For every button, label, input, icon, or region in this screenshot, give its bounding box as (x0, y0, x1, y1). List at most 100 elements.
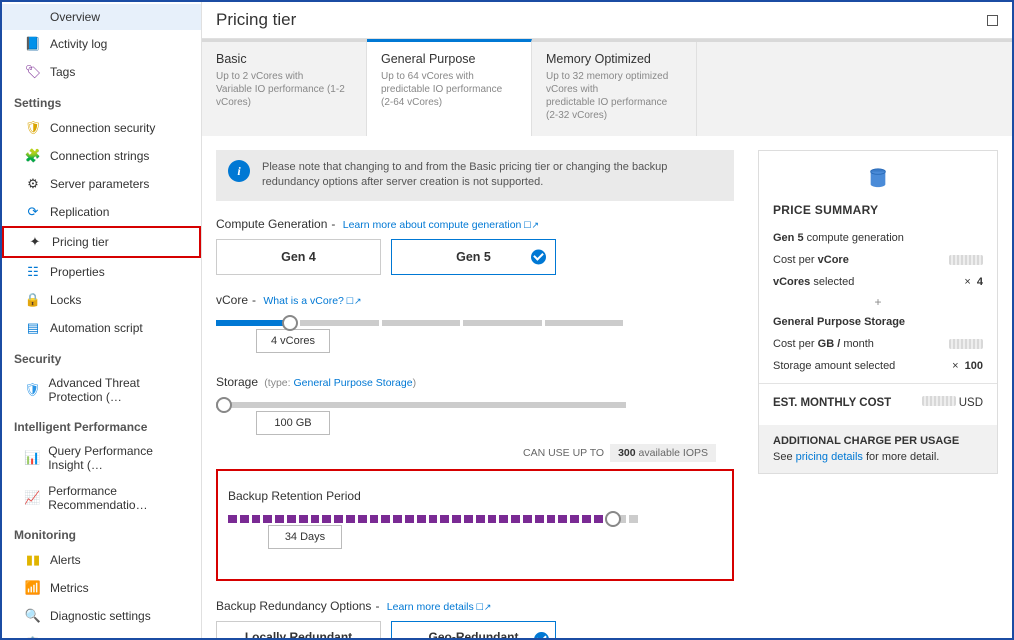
gear-icon: ⚙ (24, 176, 42, 192)
sidebar-item-automation-script[interactable]: ▤ Automation script (2, 314, 201, 342)
sidebar-item-overview[interactable]: Overview (2, 4, 201, 30)
sidebar-item-alerts[interactable]: ▮▮ Alerts (2, 546, 201, 574)
backup-value: 34 Days (268, 525, 342, 549)
sidebar-label: Diagnostic settings (50, 609, 151, 623)
backup-retention-slider[interactable] (228, 515, 638, 523)
shield-small-icon: 🛡 (24, 382, 41, 398)
sidebar-label: Automation script (50, 321, 143, 335)
tier-tabs: Basic Up to 2 vCores with Variable IO pe… (202, 39, 1012, 136)
sidebar-item-connection-security[interactable]: 🛡 Connection security (2, 114, 201, 142)
shield-icon: 🛡 (24, 120, 42, 136)
sidebar-item-diagnostic[interactable]: 🔍 Diagnostic settings (2, 602, 201, 630)
storage-value: 100 GB (256, 411, 330, 435)
close-icon[interactable] (987, 15, 998, 26)
tier-sub: predictable IO performance (2-64 vCores) (381, 83, 517, 109)
tier-sub: Up to 2 vCores with (216, 70, 352, 83)
info-banner: i Please note that changing to and from … (216, 150, 734, 201)
sidebar-item-activity-log[interactable]: 📘Activity log (2, 30, 201, 58)
blurred-price (922, 396, 956, 406)
sidebar-item-properties[interactable]: ☷Properties (2, 258, 201, 286)
sidebar-label: Locks (50, 293, 81, 307)
sidebar-label: Server logs (50, 637, 111, 638)
check-icon (531, 249, 546, 264)
storage-label: Storage (type: General Purpose Storage) (216, 375, 734, 389)
pricing-details-link[interactable]: pricing details (796, 451, 863, 463)
blurred-price (949, 339, 983, 349)
tier-sub: Up to 32 memory optimized vCores with (546, 70, 682, 96)
sidebar-item-perf-rec[interactable]: 📈 Performance Recommendatio… (2, 478, 201, 518)
sidebar-item-metrics[interactable]: 📶 Metrics (2, 574, 201, 602)
vcore-label: vCore- What is a vCore?☐↗ (216, 293, 734, 307)
iops-info: CAN USE UP TO300 available IOPS (216, 447, 716, 459)
tier-tab-memory-optimized[interactable]: Memory Optimized Up to 32 memory optimiz… (532, 42, 697, 136)
database-icon (867, 167, 889, 189)
panel-header: Pricing tier (202, 2, 1012, 39)
main-panel: Pricing tier Basic Up to 2 vCores with V… (202, 2, 1012, 638)
script-icon: ▤ (24, 320, 42, 336)
sidebar-item-replication[interactable]: ⟳Replication (2, 198, 201, 226)
lock-icon: 🔒 (24, 292, 42, 308)
sidebar-label: Server parameters (50, 177, 149, 191)
tier-sub: predictable IO performance (2-32 vCores) (546, 96, 682, 122)
link-icon: 🧩 (24, 148, 42, 164)
perf-icon: 📈 (24, 490, 40, 506)
sidebar-label: Overview (50, 10, 100, 24)
sidebar-group-security: Security (2, 342, 201, 370)
additional-charge-box: ADDITIONAL CHARGE PER USAGE See pricing … (759, 425, 997, 473)
info-message: Please note that changing to and from th… (262, 160, 722, 191)
storage-slider[interactable] (216, 402, 626, 408)
compute-gen-link[interactable]: Learn more about compute generation☐↗ (343, 219, 539, 231)
vcore-link[interactable]: What is a vCore?☐↗ (263, 295, 361, 307)
sidebar-label: Metrics (50, 581, 89, 595)
tier-title: Basic (216, 52, 352, 66)
price-summary-panel: PRICE SUMMARY Gen 5 compute generation C… (758, 150, 998, 474)
tags-icon: 🏷 (24, 64, 42, 80)
properties-icon: ☷ (24, 264, 42, 280)
gen4-option[interactable]: Gen 4 (216, 239, 381, 275)
alerts-icon: ▮▮ (24, 552, 42, 568)
sidebar-item-qpi[interactable]: 📊 Query Performance Insight (… (2, 438, 201, 478)
diagnostic-icon: 🔍 (24, 608, 42, 624)
sidebar-item-tags[interactable]: 🏷 Tags (2, 58, 201, 86)
sidebar-label: Pricing tier (52, 235, 109, 249)
sidebar-label: Query Performance Insight (… (48, 444, 191, 472)
sidebar-item-atp[interactable]: 🛡 Advanced Threat Protection (… (2, 370, 201, 410)
gen5-option[interactable]: Gen 5 (391, 239, 556, 275)
sidebar-item-pricing-tier[interactable]: ✦ Pricing tier (2, 226, 201, 258)
locally-redundant-option[interactable]: Locally Redundant Recover from data loss… (216, 621, 381, 638)
compute-gen-label: Compute Generation- Learn more about com… (216, 217, 734, 231)
sidebar-label: Connection strings (50, 149, 149, 163)
backup-label: Backup Retention Period (228, 489, 722, 503)
sidebar-item-server-logs[interactable]: 📋Server logs (2, 630, 201, 638)
metrics-icon: 📶 (24, 580, 42, 596)
sidebar-group-settings: Settings (2, 86, 201, 114)
check-icon (534, 632, 549, 638)
tier-title: Memory Optimized (546, 52, 682, 66)
vcore-value: 4 vCores (256, 329, 330, 353)
sidebar-label: Alerts (50, 553, 81, 567)
sidebar-label: Tags (50, 65, 75, 79)
redundancy-link[interactable]: Learn more details☐↗ (387, 601, 492, 613)
sidebar-label: Advanced Threat Protection (… (49, 376, 191, 404)
price-summary-title: PRICE SUMMARY (773, 203, 983, 217)
insight-icon: 📊 (24, 450, 40, 466)
storage-type-link[interactable]: General Purpose Storage (293, 377, 412, 389)
sidebar-label: Performance Recommendatio… (48, 484, 191, 512)
sidebar: Overview 📘Activity log 🏷 Tags Settings 🛡 C… (2, 2, 202, 638)
tier-tab-general-purpose[interactable]: General Purpose Up to 64 vCores with pre… (367, 39, 532, 136)
tier-title: General Purpose (381, 52, 517, 66)
geo-redundant-option[interactable]: Geo-Redundant Recover from regional outa… (391, 621, 556, 638)
tier-sub: Up to 64 vCores with (381, 70, 517, 83)
vcore-slider[interactable] (216, 320, 626, 326)
sidebar-group-monitoring: Monitoring (2, 518, 201, 546)
page-title: Pricing tier (216, 10, 296, 30)
pricing-icon: ✦ (26, 234, 44, 250)
sidebar-item-locks[interactable]: 🔒 Locks (2, 286, 201, 314)
info-icon: i (228, 160, 250, 182)
sidebar-item-server-parameters[interactable]: ⚙ Server parameters (2, 170, 201, 198)
backup-retention-section: Backup Retention Period 34 Days (216, 469, 734, 581)
tier-tab-basic[interactable]: Basic Up to 2 vCores with Variable IO pe… (202, 42, 367, 136)
sidebar-item-connection-strings[interactable]: 🧩 Connection strings (2, 142, 201, 170)
blurred-price (949, 255, 983, 265)
sidebar-label: Connection security (50, 121, 155, 135)
